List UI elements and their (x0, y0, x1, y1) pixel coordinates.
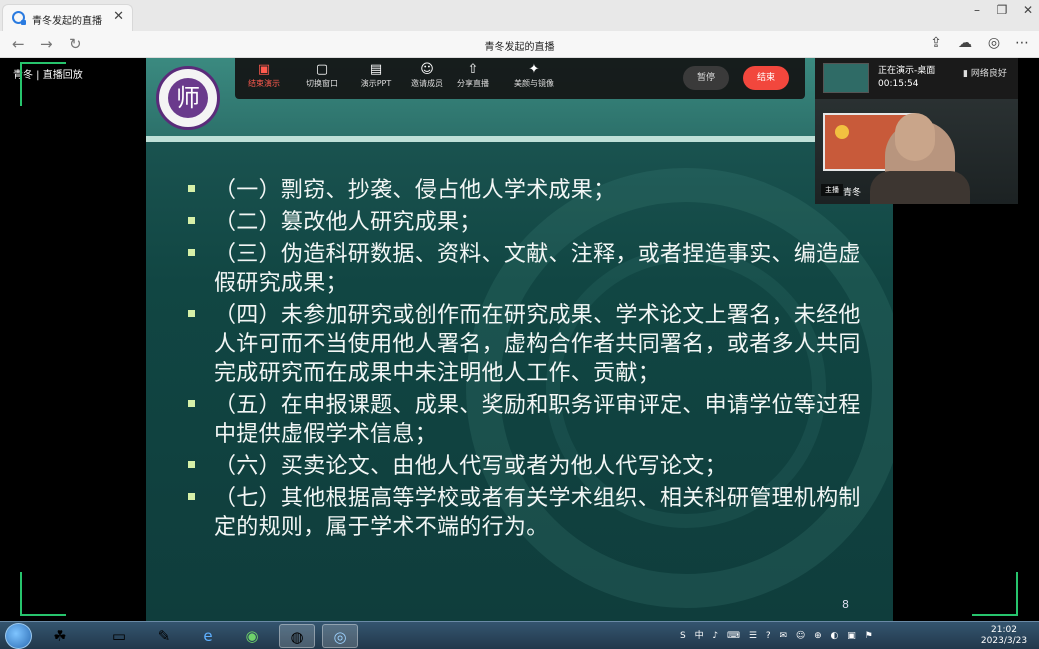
list-item: （四）未参加研究或创作而在研究成果、学术论文上署名，未经他人许可而不当使用他人署… (186, 301, 876, 388)
list-item: （五）在申报课题、成果、奖励和职务评审评定、申请学位等过程中提供虚假学术信息； (186, 391, 876, 449)
camera-preview[interactable]: 主播 青冬 (815, 99, 1018, 204)
frame-corner-bl (20, 572, 66, 616)
list-item: （七）其他根据高等学校或者有关学术组织、相关科研管理机构制定的规则，属于学术不端… (186, 484, 876, 542)
system-tray[interactable]: S 中 ♪ ⌨ ☰ ? ✉ ☺ ⊕ ◐ ▣ ⚑ (680, 628, 876, 641)
ppt-icon: ▤ (369, 62, 383, 77)
frame-corner-br (972, 572, 1018, 616)
list-item: （六）买卖论文、由他人代写或者为他人代写论文； (186, 452, 876, 481)
bullet-list: （一）剽窃、抄袭、侵占他人学术成果； （二）篡改他人研究成果； （三）伪造科研数… (186, 176, 876, 545)
presenter-body (870, 171, 970, 204)
share-page-icon[interactable]: ⇪ (926, 35, 946, 51)
presenter-name: 青冬 (843, 188, 862, 198)
start-button[interactable] (5, 623, 32, 649)
network-status: ▮ 网络良好 (963, 69, 1007, 79)
bullet-icon (188, 400, 195, 407)
bullet-icon (188, 310, 195, 317)
wechat-icon[interactable]: ☁ (955, 35, 975, 51)
pause-button[interactable]: 暂停 (683, 66, 729, 90)
more-menu-icon[interactable]: ⋯ (1012, 35, 1032, 51)
presenter-head (895, 113, 935, 161)
title-bar: 青冬发起的直播 ✕ – ❐ ✕ (0, 0, 1039, 31)
media-app-icon[interactable]: ◍ (279, 624, 315, 648)
live-status-panel: 正在演示-桌面 00:15:54 ▮ 网络良好 (815, 58, 1018, 99)
beauty-mirror-button[interactable]: ✦ 美颜与镜像 (505, 62, 563, 89)
restore-button[interactable]: ❐ (991, 3, 1013, 17)
live-app-icon (12, 11, 26, 25)
signal-icon: ▮ (963, 69, 968, 79)
ie-icon[interactable]: e (190, 624, 226, 648)
paint-icon[interactable]: ✎ (146, 624, 182, 648)
stop-present-button[interactable]: ▣ 结束演示 (235, 62, 293, 89)
bullet-icon (188, 185, 195, 192)
beauty-icon: ✦ (528, 62, 540, 77)
folder-icon[interactable]: ▭ (101, 624, 137, 648)
switch-window-button[interactable]: ▢ 切换窗口 (293, 62, 351, 89)
list-item: （一）剽窃、抄袭、侵占他人学术成果； (186, 176, 876, 205)
live-duration: 00:15:54 (878, 79, 919, 89)
bullet-icon (188, 217, 195, 224)
end-live-button[interactable]: 结束 (743, 66, 789, 90)
tab-title: 青冬发起的直播 (32, 16, 102, 27)
browser-tab[interactable]: 青冬发起的直播 ✕ (2, 4, 133, 31)
presentation-slide: 师 （一）剽窃、抄袭、侵占他人学术成果； （二）篡改他人研究成果； （三）伪造科… (146, 58, 893, 621)
list-item: （二）篡改他人研究成果； (186, 208, 876, 237)
present-status: 正在演示-桌面 (878, 66, 936, 76)
taskbar: ☘ ▭ ✎ e ◉ ◍ ◎ S 中 ♪ ⌨ ☰ ? ✉ ☺ ⊕ ◐ ▣ ⚑ 21… (0, 621, 1039, 649)
live-page: 青冬 | 直播回放 师 （一）剽窃、抄袭、侵占他人学术成果； （二）篡改他人研究… (0, 58, 1039, 621)
slide-page-number: 8 (842, 598, 849, 611)
present-ppt-button[interactable]: ▤ 演示PPT (347, 62, 405, 89)
page-title: 青冬发起的直播 (484, 42, 555, 53)
bullet-icon (188, 493, 195, 500)
share-live-button[interactable]: ⇧ 分享直播 (444, 62, 502, 89)
tab-close-icon[interactable]: ✕ (113, 9, 124, 24)
host-tag: 主播 (821, 184, 843, 196)
minimize-button[interactable]: – (966, 3, 988, 17)
live-toolbar: ▣ 结束演示 ▢ 切换窗口 ▤ 演示PPT ☺ 邀请成员 ⇧ 分享直播 ✦ 美颜… (235, 58, 805, 99)
list-item: （三）伪造科研数据、资料、文献、注释，或者捏造事实、编造虚假研究成果； (186, 240, 876, 298)
university-logo: 师 (156, 66, 220, 130)
live-app-taskbar-icon[interactable]: ◎ (322, 624, 358, 648)
bullet-icon (188, 249, 195, 256)
stop-present-icon: ▣ (257, 62, 271, 77)
address-bar: ← → ↻ 青冬发起的直播 ⇪ ☁ ◎ ⋯ (0, 31, 1039, 58)
frame-corner-tl (20, 62, 66, 106)
screen-thumbnail (823, 63, 869, 93)
close-window-button[interactable]: ✕ (1017, 3, 1039, 17)
bullet-icon (188, 461, 195, 468)
browser-icon[interactable]: ◎ (984, 35, 1004, 51)
clock[interactable]: 21:02 2023/3/23 (975, 625, 1033, 647)
switch-window-icon: ▢ (315, 62, 329, 77)
app-icon[interactable]: ☘ (42, 624, 78, 648)
share-icon: ⇧ (467, 62, 479, 77)
browser-app-icon[interactable]: ◉ (234, 624, 270, 648)
